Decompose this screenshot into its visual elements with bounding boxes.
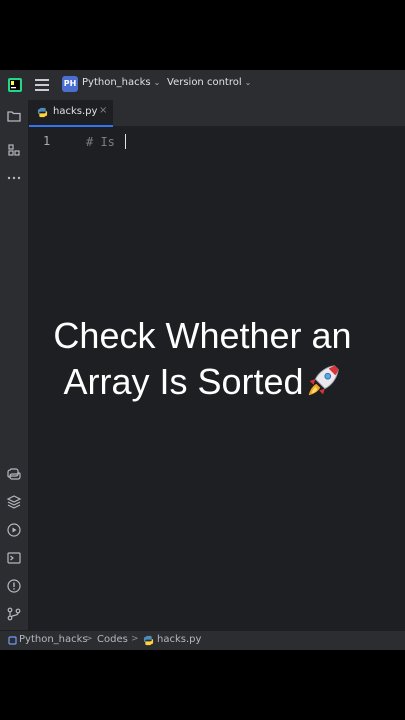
rocket-icon [308,365,339,396]
main-menu-icon[interactable] [35,79,49,91]
caption-line-1: Check Whether an [53,315,352,356]
layers-icon[interactable] [6,494,22,510]
module-icon [8,636,17,645]
version-control-menu[interactable]: Version control ⌄ [167,77,251,88]
python-file-icon [143,635,154,646]
git-icon[interactable] [6,606,22,622]
breadcrumb-folder[interactable]: Codes [97,634,128,645]
problems-icon[interactable] [6,578,22,594]
caption-line-2: Array Is Sorted [0,359,405,405]
structure-icon[interactable] [6,142,22,158]
folder-icon[interactable] [6,108,22,124]
tab-label: hacks.py [53,106,98,117]
editor-tab-bar: hacks.py × [29,100,405,127]
terminal-icon[interactable] [6,550,22,566]
project-selector[interactable]: Python_hacks ⌄ [82,77,160,88]
status-bar: Python_hacks > Codes > hacks.py [0,630,405,650]
video-caption: Check Whether an Array Is Sorted [0,313,405,405]
more-icon[interactable] [6,170,22,186]
line-number: 1 [43,134,51,148]
python-file-icon [37,107,48,118]
chevron-right-icon: > [85,634,93,644]
chevron-down-icon: ⌄ [153,78,161,87]
breadcrumb-file[interactable]: hacks.py [157,634,201,645]
python-console-icon[interactable] [6,466,22,482]
project-badge[interactable]: PH [62,76,78,92]
version-control-label: Version control [167,77,242,88]
chevron-right-icon: > [131,634,139,644]
services-icon[interactable] [6,522,22,538]
caption-line-2-text: Array Is Sorted [63,361,304,402]
tab-hacks-py[interactable]: hacks.py × [29,100,113,127]
text-caret [125,134,127,149]
breadcrumb-project[interactable]: Python_hacks [19,634,88,645]
project-name-label: Python_hacks [82,77,151,88]
chevron-down-icon: ⌄ [244,78,252,87]
close-icon[interactable]: × [99,105,107,116]
top-toolbar: PH Python_hacks ⌄ Version control ⌄ [0,70,405,101]
pycharm-logo-icon[interactable] [8,78,22,92]
code-line[interactable]: # Is [86,134,127,149]
code-text: # Is [86,135,123,149]
